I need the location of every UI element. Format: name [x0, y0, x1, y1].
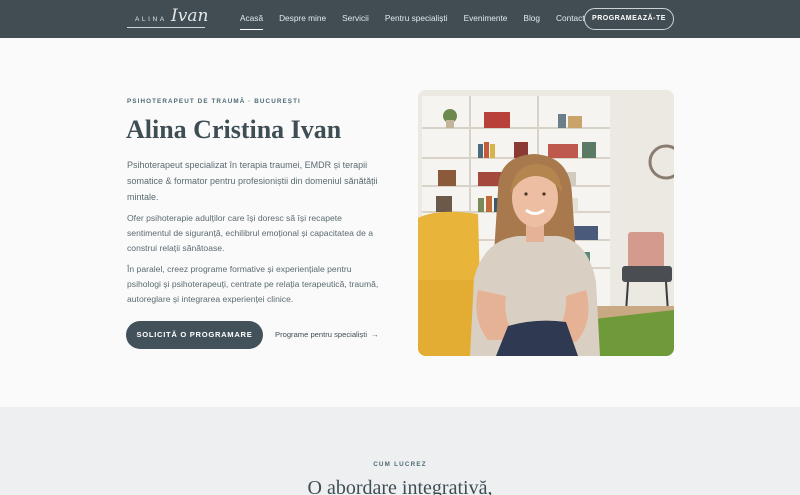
logo-script: Ivan: [171, 6, 209, 26]
specialist-programs-link-label: Programe pentru specialiști: [275, 330, 368, 339]
top-navigation: ALINA Ivan Acasă Despre mine Servicii Pe…: [0, 0, 800, 38]
page-title: Alina Cristina Ivan: [126, 115, 342, 144]
menu-item-acasa[interactable]: Acasă: [240, 13, 264, 30]
hero-paragraph-therapy: Ofer psihoterapie adulților care își dor…: [127, 213, 374, 253]
menu-item-evenimente[interactable]: Evenimente: [464, 13, 508, 23]
hero-eyebrow: PSIHOTERAPEUT DE TRAUMĂ · BUCUREȘTI: [127, 98, 301, 105]
portrait-photo: [418, 90, 674, 356]
logo[interactable]: ALINA Ivan: [127, 6, 209, 34]
main-menu: Acasă Despre mine Servicii Pentru specia…: [240, 13, 601, 30]
request-appointment-button[interactable]: SOLICITĂ O PROGRAMARE: [126, 321, 263, 349]
menu-item-blog[interactable]: Blog: [523, 13, 540, 23]
hero-intro-paragraph: Psihoterapeut specializat în terapia tra…: [127, 160, 378, 202]
section-title: O abordare integrativă,: [307, 477, 493, 495]
section-eyebrow: CUM LUCREZ: [373, 461, 427, 468]
menu-item-contact[interactable]: Contact: [556, 13, 585, 23]
logo-text: ALINA: [135, 16, 167, 23]
menu-item-pentru-specialisti[interactable]: Pentru specialiști: [385, 13, 448, 23]
menu-item-despre-mine[interactable]: Despre mine: [279, 13, 326, 23]
schedule-button[interactable]: PROGRAMEAZĂ-TE: [584, 8, 674, 30]
hero-paragraph-programs: În paralel, creez programe formative și …: [127, 264, 379, 304]
menu-item-servicii[interactable]: Servicii: [342, 13, 369, 23]
arrow-right-icon: →: [371, 330, 379, 339]
portrait-illustration: [418, 90, 674, 356]
specialist-programs-link[interactable]: Programe pentru specialiști →: [275, 330, 379, 339]
logo-underline: [127, 27, 205, 28]
